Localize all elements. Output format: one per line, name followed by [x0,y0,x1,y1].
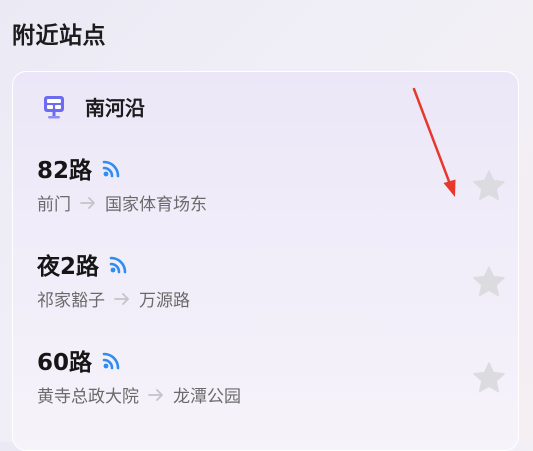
star-icon[interactable] [471,264,507,300]
route-item[interactable]: 夜2路 祁家豁子 万源路 [37,248,507,318]
route-origin: 黄寺总政大院 [37,387,139,407]
route-destination: 国家体育场东 [105,195,207,215]
bus-stop-sign-icon [44,95,64,118]
realtime-signal-icon [102,352,120,370]
route-destination: 万源路 [139,291,190,311]
route-destination: 龙潭公园 [173,387,241,407]
arrow-right-icon [148,388,163,401]
star-icon[interactable] [471,360,507,396]
arrow-right-icon [80,196,95,209]
route-name: 60路 [37,350,93,376]
section-title: 附近站点 [12,23,106,49]
star-icon[interactable] [471,168,507,204]
route-name: 夜2路 [37,254,100,280]
station-card[interactable]: 南河沿 82路 前门 国家体育场东 夜2路 祁家豁子 万源路 60路 黄寺总政大… [12,71,519,451]
route-origin: 祁家豁子 [37,291,105,311]
station-header[interactable]: 南河沿 [41,92,145,121]
route-item[interactable]: 82路 前门 国家体育场东 [37,152,507,222]
route-name: 82路 [37,158,93,184]
realtime-signal-icon [102,160,120,178]
station-name: 南河沿 [85,96,145,120]
route-origin: 前门 [37,195,71,215]
arrow-right-icon [114,292,129,305]
realtime-signal-icon [109,256,127,274]
route-item[interactable]: 60路 黄寺总政大院 龙潭公园 [37,344,507,414]
